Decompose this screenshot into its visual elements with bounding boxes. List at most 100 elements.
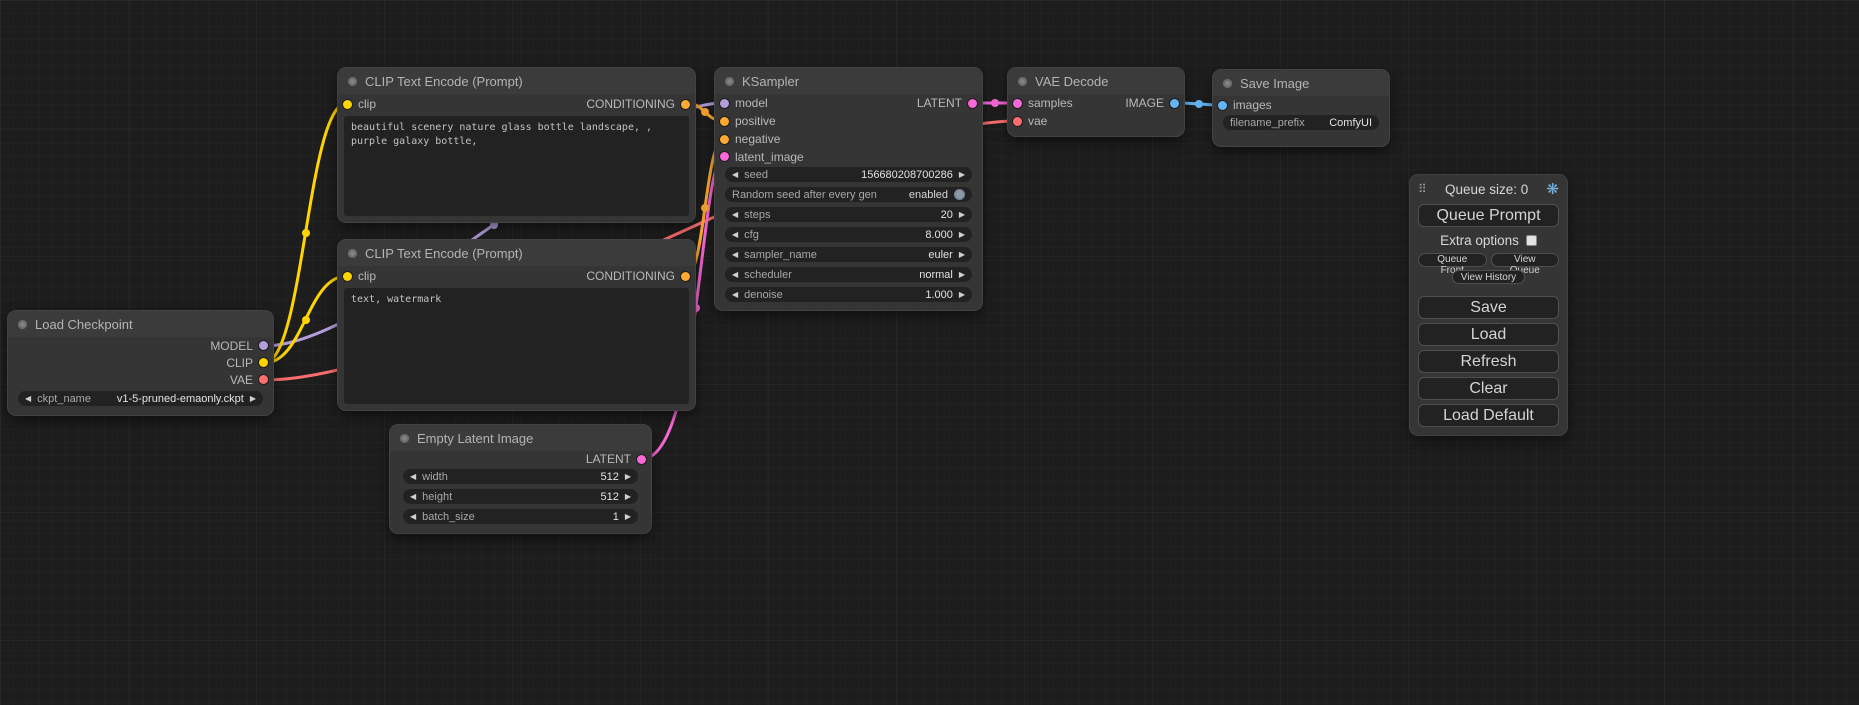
- random-seed-toggle-widget[interactable]: Random seed after every gen enabled: [725, 187, 972, 202]
- increment-arrow-icon[interactable]: ▶: [959, 171, 965, 179]
- clip-output-socket[interactable]: [259, 358, 268, 367]
- decrement-arrow-icon[interactable]: ◀: [732, 231, 738, 239]
- decrement-arrow-icon[interactable]: ◀: [732, 171, 738, 179]
- denoise-widget[interactable]: ◀ denoise 1.000 ▶: [725, 287, 972, 302]
- decrement-arrow-icon[interactable]: ◀: [732, 271, 738, 279]
- drag-handle-icon[interactable]: ⠿: [1418, 182, 1427, 196]
- collapse-dot-icon[interactable]: [348, 77, 357, 86]
- increment-arrow-icon[interactable]: ▶: [250, 395, 256, 403]
- collapse-dot-icon[interactable]: [1018, 77, 1027, 86]
- refresh-button[interactable]: Refresh: [1418, 350, 1559, 373]
- images-input-socket[interactable]: [1218, 101, 1227, 110]
- queue-front-button[interactable]: Queue Front: [1418, 253, 1487, 267]
- wire-midpoint-dot: [701, 204, 709, 212]
- latent-image-input-socket[interactable]: [720, 152, 729, 161]
- vae-output-socket[interactable]: [259, 375, 268, 384]
- widget-label: ckpt_name: [37, 393, 91, 405]
- node-vae-decode[interactable]: VAE Decode samples IMAGE vae: [1008, 68, 1184, 136]
- positive-input-socket[interactable]: [720, 117, 729, 126]
- save-button[interactable]: Save: [1418, 296, 1559, 319]
- node-graph-canvas[interactable]: Load Checkpoint MODEL CLIP VAE ◀ ckpt_na…: [0, 0, 1859, 705]
- clip-input-socket[interactable]: [343, 100, 352, 109]
- decrement-arrow-icon[interactable]: ◀: [732, 291, 738, 299]
- height-widget[interactable]: ◀ height 512 ▶: [403, 489, 638, 504]
- settings-gear-icon[interactable]: ❋: [1546, 180, 1559, 198]
- wire-midpoint-dot: [1195, 100, 1203, 108]
- node-title-bar[interactable]: Empty Latent Image: [390, 425, 651, 451]
- widget-label: scheduler: [744, 269, 792, 281]
- widget-value: 1: [481, 511, 619, 523]
- positive-prompt-textarea[interactable]: beautiful scenery nature glass bottle la…: [344, 116, 689, 216]
- node-title-bar[interactable]: CLIP Text Encode (Prompt): [338, 240, 695, 266]
- conditioning-output-socket[interactable]: [681, 272, 690, 281]
- queue-prompt-button[interactable]: Queue Prompt: [1418, 204, 1559, 227]
- load-default-button[interactable]: Load Default: [1418, 404, 1559, 427]
- model-output-socket[interactable]: [259, 341, 268, 350]
- increment-arrow-icon[interactable]: ▶: [959, 271, 965, 279]
- widget-value: enabled: [883, 189, 948, 201]
- width-widget[interactable]: ◀ width 512 ▶: [403, 469, 638, 484]
- collapse-dot-icon[interactable]: [18, 320, 27, 329]
- latent-output-socket[interactable]: [637, 455, 646, 464]
- node-save-image[interactable]: Save Image images filename_prefix ComfyU…: [1213, 70, 1389, 146]
- latent-output-socket[interactable]: [968, 99, 977, 108]
- increment-arrow-icon[interactable]: ▶: [625, 473, 631, 481]
- node-title: KSampler: [742, 74, 799, 89]
- conditioning-output-socket[interactable]: [681, 100, 690, 109]
- node-title-bar[interactable]: Load Checkpoint: [8, 311, 273, 337]
- ckpt-name-widget[interactable]: ◀ ckpt_name v1-5-pruned-emaonly.ckpt ▶: [18, 391, 263, 406]
- widget-label: denoise: [744, 289, 783, 301]
- view-history-button[interactable]: View History: [1452, 270, 1525, 284]
- io-row: clip CONDITIONING: [338, 266, 695, 286]
- samples-input-socket[interactable]: [1013, 99, 1022, 108]
- clip-input-socket[interactable]: [343, 272, 352, 281]
- seed-widget[interactable]: ◀ seed 156680208700286 ▶: [725, 167, 972, 182]
- increment-arrow-icon[interactable]: ▶: [959, 251, 965, 259]
- filename-prefix-widget[interactable]: filename_prefix ComfyUI: [1223, 115, 1379, 130]
- negative-input-socket[interactable]: [720, 135, 729, 144]
- increment-arrow-icon[interactable]: ▶: [959, 231, 965, 239]
- scheduler-widget[interactable]: ◀ scheduler normal ▶: [725, 267, 972, 282]
- steps-widget[interactable]: ◀ steps 20 ▶: [725, 207, 972, 222]
- widget-label: Random seed after every gen: [732, 189, 877, 201]
- increment-arrow-icon[interactable]: ▶: [625, 493, 631, 501]
- increment-arrow-icon[interactable]: ▶: [959, 211, 965, 219]
- node-title-bar[interactable]: CLIP Text Encode (Prompt): [338, 68, 695, 94]
- node-title-bar[interactable]: VAE Decode: [1008, 68, 1184, 94]
- decrement-arrow-icon[interactable]: ◀: [410, 513, 416, 521]
- view-queue-button[interactable]: View Queue: [1491, 253, 1560, 267]
- decrement-arrow-icon[interactable]: ◀: [732, 211, 738, 219]
- node-clip-text-encode-positive[interactable]: CLIP Text Encode (Prompt) clip CONDITION…: [338, 68, 695, 222]
- node-title-bar[interactable]: KSampler: [715, 68, 982, 94]
- collapse-dot-icon[interactable]: [725, 77, 734, 86]
- cfg-widget[interactable]: ◀ cfg 8.000 ▶: [725, 227, 972, 242]
- batch-size-widget[interactable]: ◀ batch_size 1 ▶: [403, 509, 638, 524]
- decrement-arrow-icon[interactable]: ◀: [732, 251, 738, 259]
- negative-prompt-textarea[interactable]: text, watermark: [344, 288, 689, 404]
- collapse-dot-icon[interactable]: [400, 434, 409, 443]
- extra-options-checkbox[interactable]: [1526, 235, 1537, 246]
- increment-arrow-icon[interactable]: ▶: [625, 513, 631, 521]
- vae-input-socket[interactable]: [1013, 117, 1022, 126]
- node-empty-latent-image[interactable]: Empty Latent Image LATENT ◀ width 512 ▶ …: [390, 425, 651, 533]
- decrement-arrow-icon[interactable]: ◀: [410, 493, 416, 501]
- collapse-dot-icon[interactable]: [348, 249, 357, 258]
- load-button[interactable]: Load: [1418, 323, 1559, 346]
- decrement-arrow-icon[interactable]: ◀: [410, 473, 416, 481]
- model-input-socket[interactable]: [720, 99, 729, 108]
- widget-label: width: [422, 471, 448, 483]
- node-load-checkpoint[interactable]: Load Checkpoint MODEL CLIP VAE ◀ ckpt_na…: [8, 311, 273, 415]
- node-clip-text-encode-negative[interactable]: CLIP Text Encode (Prompt) clip CONDITION…: [338, 240, 695, 410]
- clip-output-label: CLIP: [226, 356, 253, 370]
- increment-arrow-icon[interactable]: ▶: [959, 291, 965, 299]
- sampler-name-widget[interactable]: ◀ sampler_name euler ▶: [725, 247, 972, 262]
- clear-button[interactable]: Clear: [1418, 377, 1559, 400]
- image-output-socket[interactable]: [1170, 99, 1179, 108]
- decrement-arrow-icon[interactable]: ◀: [25, 395, 31, 403]
- wire-midpoint-dot: [302, 229, 310, 237]
- collapse-dot-icon[interactable]: [1223, 79, 1232, 88]
- node-title-bar[interactable]: Save Image: [1213, 70, 1389, 96]
- node-ksampler[interactable]: KSampler model LATENT positive negative: [715, 68, 982, 310]
- toggle-indicator-icon[interactable]: [954, 189, 965, 200]
- wire-clip-negative: [264, 276, 347, 363]
